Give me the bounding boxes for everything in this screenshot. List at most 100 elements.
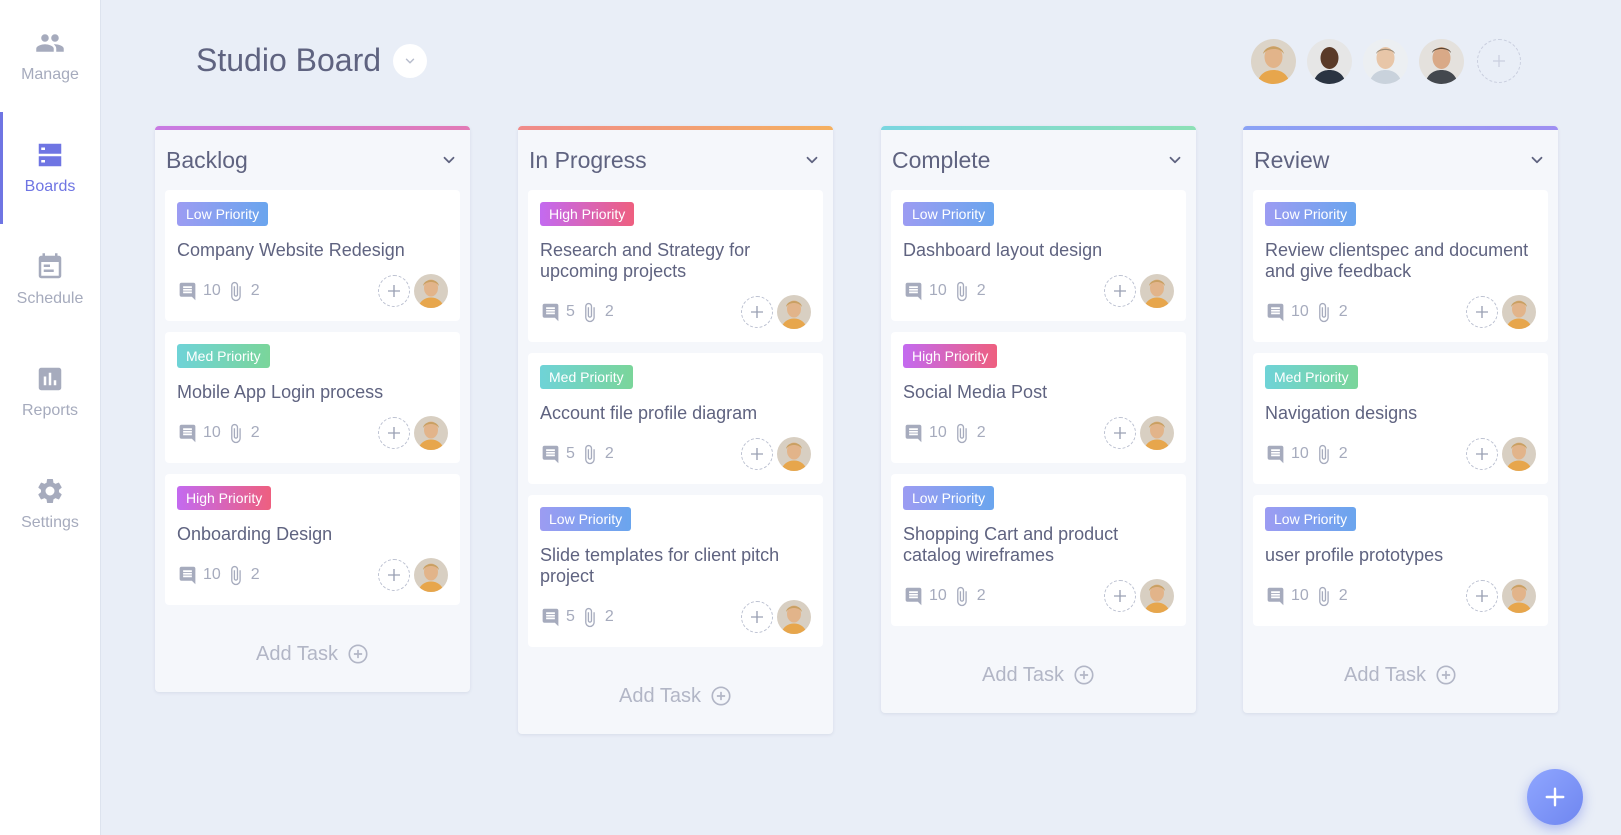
- add-task-label: Add Task: [1344, 663, 1426, 686]
- avatar[interactable]: [1363, 39, 1408, 84]
- task-meta: 10 2: [1265, 444, 1350, 465]
- task-title: Dashboard layout design: [903, 240, 1103, 260]
- assignee-avatar[interactable]: [1502, 437, 1536, 471]
- add-task-label: Add Task: [256, 642, 338, 665]
- assignee-avatar[interactable]: [777, 437, 811, 471]
- add-member-button[interactable]: [1477, 39, 1521, 83]
- plus-icon: [1114, 427, 1126, 439]
- assignee-avatar[interactable]: [777, 295, 811, 329]
- add-task-button[interactable]: Add Task: [155, 616, 470, 692]
- task-card[interactable]: Med Priority Account file profile diagram…: [528, 353, 823, 484]
- priority-badge: Med Priority: [1265, 365, 1358, 389]
- boards-icon: [38, 143, 62, 167]
- add-assignee-button[interactable]: [1104, 417, 1136, 449]
- task-card[interactable]: Low Priority Dashboard layout design 10 2: [891, 190, 1186, 321]
- column-title: Complete: [892, 146, 991, 173]
- add-assignee-button[interactable]: [378, 417, 410, 449]
- task-card[interactable]: Low Priority Company Website Redesign 10 2: [165, 190, 460, 321]
- assignee-avatar[interactable]: [777, 600, 811, 634]
- comment-icon: [179, 282, 196, 300]
- comment-icon: [1267, 587, 1284, 605]
- task-card[interactable]: Low Priority Slide templates for client p…: [528, 495, 823, 647]
- sidebar-item-reports[interactable]: Reports: [0, 336, 100, 448]
- task-card[interactable]: Med Priority Navigation designs 10 2: [1253, 353, 1548, 484]
- sidebar-item-settings[interactable]: Settings: [0, 448, 100, 560]
- task-card[interactable]: Med Priority Mobile App Login process 10 2: [165, 332, 460, 463]
- task-card[interactable]: Low Priority Shopping Cart and product ca…: [891, 474, 1186, 626]
- board-dropdown-button[interactable]: [393, 44, 427, 78]
- task-footer: 10 2: [177, 273, 448, 309]
- paperclip-icon: [585, 607, 595, 627]
- add-assignee-button[interactable]: [1104, 580, 1136, 612]
- sidebar-item-label: Settings: [21, 514, 79, 531]
- attachment-count: 2: [250, 282, 260, 299]
- column-menu-button[interactable]: [440, 151, 458, 169]
- priority-badge: High Priority: [903, 344, 998, 368]
- avatar[interactable]: [1419, 39, 1464, 84]
- column-menu-button[interactable]: [1166, 151, 1184, 169]
- task-card[interactable]: Low Priority user profile prototypes 10 2: [1253, 495, 1548, 626]
- priority-badge: Low Priority: [903, 486, 995, 510]
- task-card[interactable]: High Priority Social Media Post 10 2: [891, 332, 1186, 463]
- task-card[interactable]: High Priority Onboarding Design 10 2: [165, 474, 460, 605]
- sidebar-item-label: Reports: [21, 402, 79, 419]
- paperclip-icon: [585, 302, 595, 322]
- add-assignee-button[interactable]: [378, 275, 410, 307]
- add-assignee-button[interactable]: [378, 559, 410, 591]
- assignee-avatar[interactable]: [1140, 274, 1174, 308]
- paperclip-icon: [1318, 444, 1329, 464]
- add-assignee-button[interactable]: [1466, 296, 1498, 328]
- assignee-avatar[interactable]: [414, 274, 448, 308]
- task-title: Slide templates for client pitch project: [540, 545, 780, 586]
- avatar[interactable]: [1251, 39, 1296, 84]
- assignee-avatar[interactable]: [1140, 579, 1174, 613]
- add-assignee-button[interactable]: [741, 601, 773, 633]
- sidebar-item-schedule[interactable]: Schedule: [0, 224, 100, 336]
- add-task-button[interactable]: Add Task: [1243, 637, 1558, 713]
- attachment-count: 2: [1338, 587, 1348, 604]
- task-card[interactable]: High Priority Research and Strategy for u…: [528, 190, 823, 342]
- task-meta: 10 2: [903, 281, 988, 302]
- comment-count: 10: [1291, 445, 1309, 462]
- task-meta: 10 2: [177, 565, 262, 586]
- task-title: Shopping Cart and product catalog wirefr…: [903, 524, 1119, 565]
- avatar[interactable]: [1307, 39, 1352, 84]
- comment-count: 10: [1291, 303, 1309, 320]
- comment-icon: [1267, 303, 1284, 321]
- assignee-avatar[interactable]: [414, 558, 448, 592]
- gear-icon: [38, 478, 62, 503]
- page-title: Studio Board: [196, 42, 382, 78]
- add-task-label: Add Task: [982, 663, 1064, 686]
- add-assignee-button[interactable]: [1104, 275, 1136, 307]
- column-header: Backlog: [155, 130, 470, 190]
- column-title: Review: [1254, 146, 1330, 173]
- column-menu-button[interactable]: [803, 151, 821, 169]
- assignee-avatar[interactable]: [1502, 579, 1536, 613]
- attachment-count: 2: [976, 424, 986, 441]
- assignee-avatar[interactable]: [1140, 416, 1174, 450]
- add-task-button[interactable]: Add Task: [518, 658, 833, 734]
- sidebar-item-manage[interactable]: Manage: [0, 0, 100, 112]
- sidebar-item-boards[interactable]: Boards: [0, 112, 100, 224]
- calendar-icon: [38, 253, 62, 279]
- task-title: Social Media Post: [903, 382, 1048, 402]
- add-assignee-button[interactable]: [1466, 438, 1498, 470]
- task-meta: 10 2: [1265, 302, 1350, 323]
- add-assignee-button[interactable]: [741, 296, 773, 328]
- plus-icon: [751, 611, 763, 623]
- task-footer: 52: [540, 436, 811, 472]
- comment-count: 10: [203, 566, 221, 583]
- people-icon: [36, 34, 64, 52]
- assignee-avatar[interactable]: [1502, 295, 1536, 329]
- column-menu-button[interactable]: [1528, 151, 1546, 169]
- add-assignee-button[interactable]: [741, 438, 773, 470]
- sidebar-item-label: Boards: [24, 178, 76, 195]
- column-header: In Progress: [518, 130, 833, 190]
- add-assignee-button[interactable]: [1466, 580, 1498, 612]
- add-fab-button[interactable]: [1527, 769, 1583, 825]
- task-card[interactable]: Low Priority Review clientspec and docume…: [1253, 190, 1548, 342]
- assignee-avatar[interactable]: [414, 416, 448, 450]
- add-task-button[interactable]: Add Task: [881, 637, 1196, 713]
- attachment-count: 2: [976, 282, 986, 299]
- comment-icon: [179, 424, 196, 442]
